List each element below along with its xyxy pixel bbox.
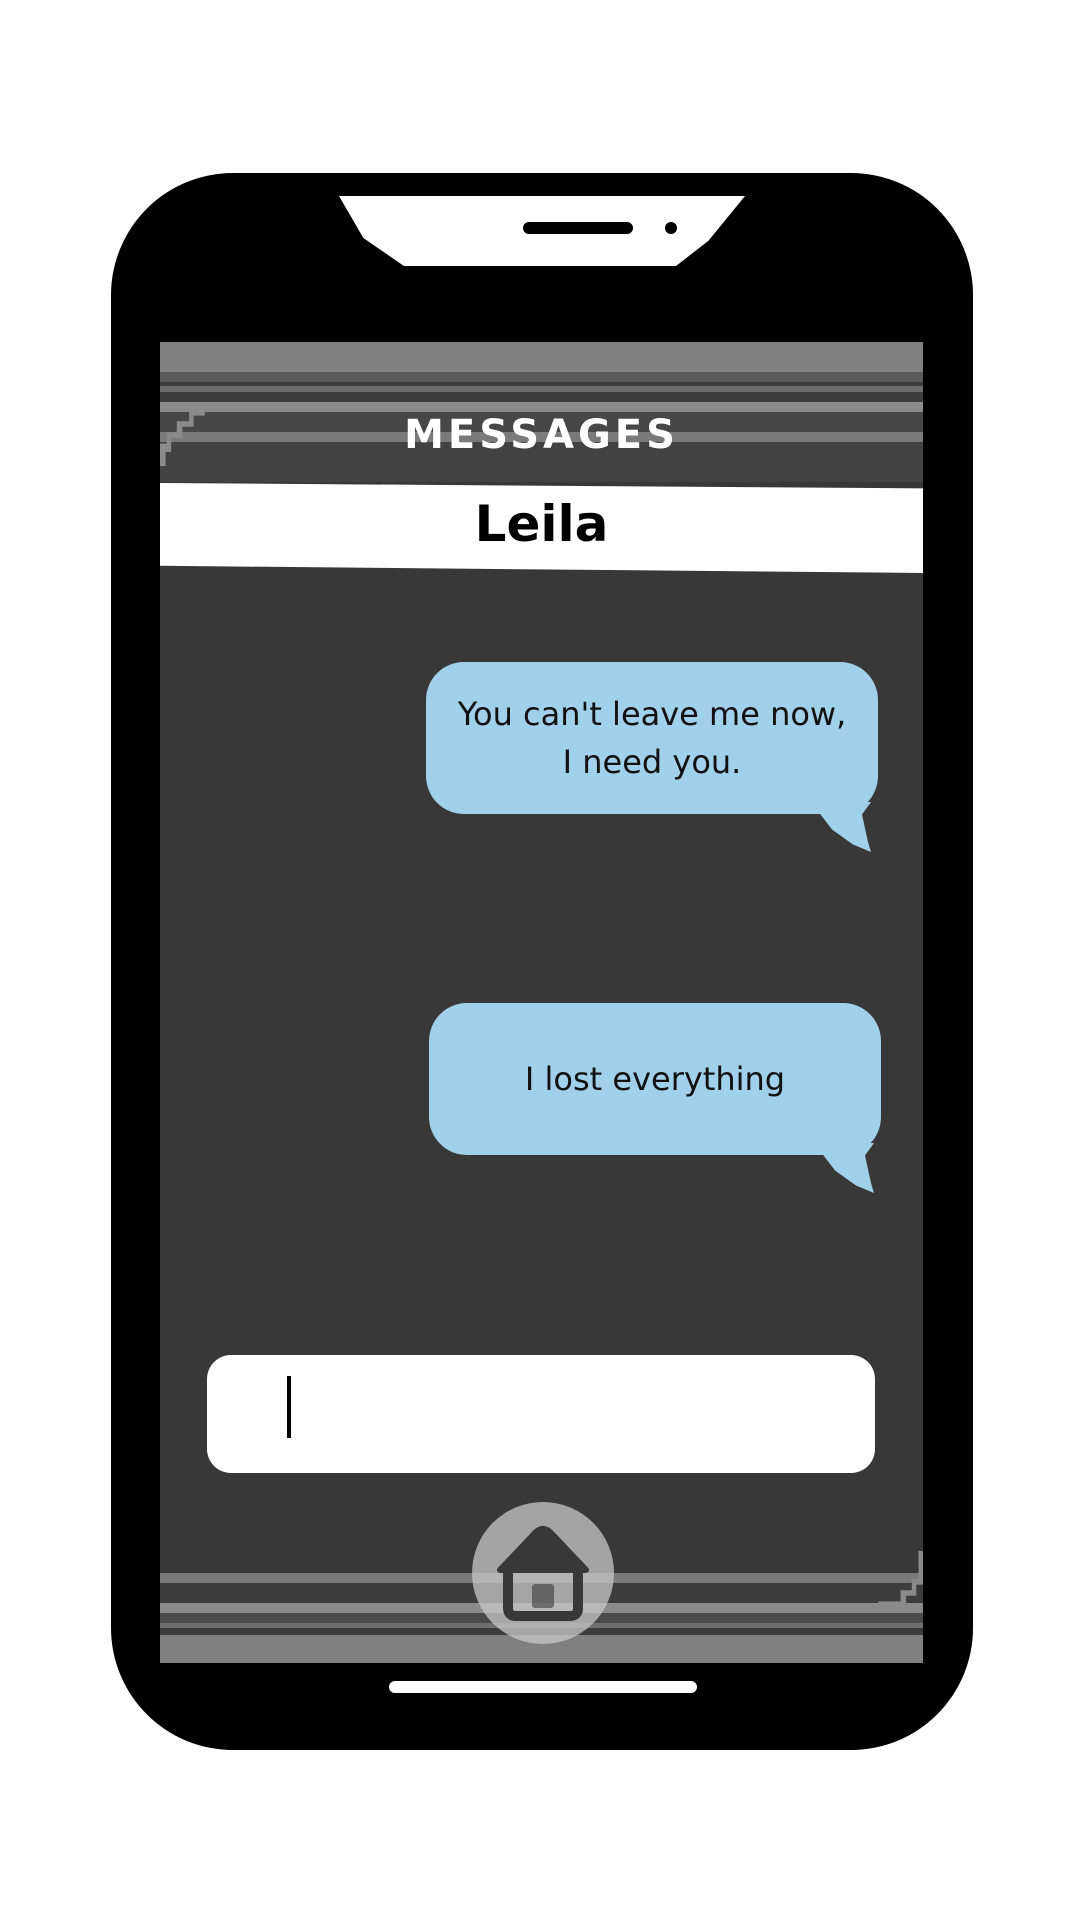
home-indicator[interactable] — [389, 1681, 697, 1693]
message-bubble-tail — [811, 802, 871, 852]
front-camera — [665, 222, 677, 234]
message-bubble[interactable]: You can't leave me now, I need you. — [426, 662, 878, 814]
message-text: I lost everything — [524, 1060, 786, 1098]
message-text: You can't leave me now, I need you. — [457, 695, 847, 781]
contact-name: Leila — [474, 495, 609, 553]
message-input[interactable] — [207, 1355, 875, 1473]
speaker-grille — [523, 222, 633, 234]
text-cursor — [287, 1376, 291, 1438]
message-bubble-tail — [814, 1143, 874, 1193]
message-bubble[interactable]: I lost everything — [429, 1003, 881, 1155]
messages-screen: MESSAGES Leila You can't leave me now, I… — [160, 342, 923, 1663]
app-title: MESSAGES — [404, 412, 679, 458]
home-icon — [497, 1526, 589, 1621]
